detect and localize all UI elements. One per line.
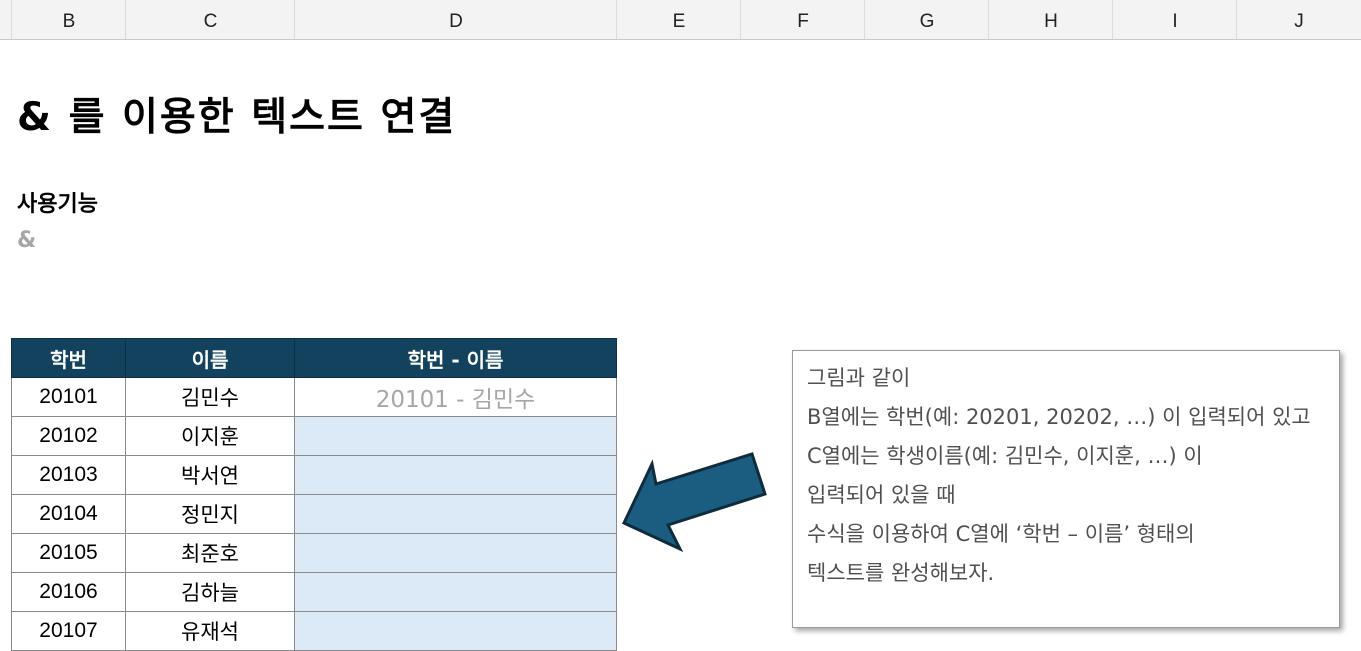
cell-student-id[interactable]: 20106 bbox=[11, 572, 126, 612]
note-line: B열에는 학번(예: 20201, 20202, …) 이 입력되어 있고 bbox=[807, 405, 1311, 429]
cell-result-input[interactable] bbox=[294, 494, 617, 534]
feature-value[interactable]: & bbox=[17, 228, 36, 253]
table-row: 20103 박서연 bbox=[11, 455, 617, 495]
table-row: 20106 김하늘 bbox=[11, 572, 617, 612]
note-line: 텍스트를 완성해보자. bbox=[807, 561, 995, 585]
instruction-note-box[interactable]: 그림과 같이 B열에는 학번(예: 20201, 20202, …) 이 입력되… bbox=[792, 350, 1340, 628]
table-header-row: 학번 이름 학번 - 이름 bbox=[11, 338, 617, 378]
cell-name[interactable]: 유재석 bbox=[125, 611, 295, 651]
cell-student-id[interactable]: 20101 bbox=[11, 377, 126, 417]
column-header-e[interactable]: E bbox=[616, 0, 741, 39]
header-student-id[interactable]: 학번 bbox=[11, 338, 126, 378]
sheet-title[interactable]: & 를 이용한 텍스트 연결 bbox=[17, 86, 456, 142]
cell-result-input[interactable] bbox=[294, 611, 617, 651]
column-header-g[interactable]: G bbox=[864, 0, 989, 39]
table-row: 20105 최준호 bbox=[11, 533, 617, 573]
cell-name[interactable]: 박서연 bbox=[125, 455, 295, 495]
column-header-j[interactable]: J bbox=[1236, 0, 1361, 39]
cell-result-input[interactable] bbox=[294, 572, 617, 612]
left-arrow-icon[interactable] bbox=[618, 448, 778, 558]
cell-student-id[interactable]: 20105 bbox=[11, 533, 126, 573]
table-row: 20104 정민지 bbox=[11, 494, 617, 534]
feature-label[interactable]: 사용기능 bbox=[17, 186, 98, 218]
arrow-shape bbox=[621, 452, 767, 553]
cell-result-input[interactable] bbox=[294, 416, 617, 456]
note-line: 입력되어 있을 때 bbox=[807, 483, 956, 507]
cell-student-id[interactable]: 20104 bbox=[11, 494, 126, 534]
table-row: 20102 이지훈 bbox=[11, 416, 617, 456]
column-header-b[interactable]: B bbox=[11, 0, 126, 39]
cell-name[interactable]: 김하늘 bbox=[125, 572, 295, 612]
cell-name[interactable]: 이지훈 bbox=[125, 416, 295, 456]
note-line: 그림과 같이 bbox=[807, 366, 911, 390]
column-header-c[interactable]: C bbox=[125, 0, 295, 39]
note-line: 수식을 이용하여 C열에 ‘학번 – 이름’ 형태의 bbox=[807, 522, 1195, 546]
cell-result-input[interactable] bbox=[294, 455, 617, 495]
column-header-h[interactable]: H bbox=[988, 0, 1113, 39]
header-name[interactable]: 이름 bbox=[125, 338, 295, 378]
cell-result-example[interactable]: 20101 - 김민수 bbox=[294, 377, 617, 417]
column-header-i[interactable]: I bbox=[1112, 0, 1237, 39]
table-row: 20107 유재석 bbox=[11, 611, 617, 651]
cell-name[interactable]: 정민지 bbox=[125, 494, 295, 534]
cell-name[interactable]: 최준호 bbox=[125, 533, 295, 573]
student-table: 학번 이름 학번 - 이름 20101 김민수 20101 - 김민수 2010… bbox=[11, 338, 617, 651]
column-header-bar: B C D E F G H I J bbox=[0, 0, 1361, 40]
cell-student-id[interactable]: 20103 bbox=[11, 455, 126, 495]
header-id-name[interactable]: 학번 - 이름 bbox=[294, 338, 617, 378]
cell-result-input[interactable] bbox=[294, 533, 617, 573]
table-row: 20101 김민수 20101 - 김민수 bbox=[11, 377, 617, 417]
column-header-f[interactable]: F bbox=[740, 0, 865, 39]
note-line: C열에는 학생이름(예: 김민수, 이지훈, …) 이 bbox=[807, 444, 1203, 468]
cell-name[interactable]: 김민수 bbox=[125, 377, 295, 417]
cell-student-id[interactable]: 20107 bbox=[11, 611, 126, 651]
cell-student-id[interactable]: 20102 bbox=[11, 416, 126, 456]
column-header-d[interactable]: D bbox=[294, 0, 617, 39]
